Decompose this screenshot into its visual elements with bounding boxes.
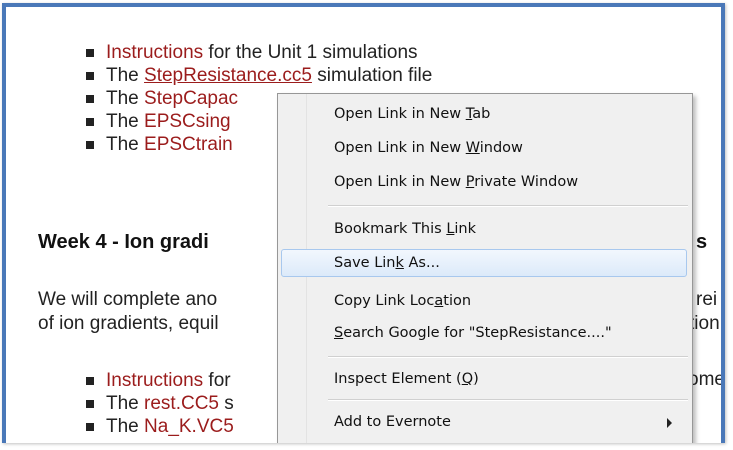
instructions-link[interactable]: Instructions (106, 42, 203, 63)
submenu-arrow-icon (667, 418, 672, 428)
list-item-text: for (203, 370, 231, 391)
menu-item-open-new-window[interactable]: Open Link in New Window (281, 134, 687, 162)
list-item: The Na_K.VC5 (86, 415, 234, 438)
bullet-icon (86, 400, 94, 408)
menu-item-copy-link-location[interactable]: Copy Link Location (281, 287, 687, 315)
list-item-prefix: The (106, 416, 145, 437)
bullet-icon (86, 49, 94, 57)
list-item-prefix: The (106, 134, 145, 155)
epscsingle-link[interactable]: EPSCsing (144, 111, 231, 132)
menu-separator (328, 399, 688, 401)
list-item-text: for the Unit 1 simulations (203, 42, 418, 63)
paragraph-line-2: of ion gradients, equil (38, 313, 219, 334)
list-item-tail: ome (688, 369, 725, 390)
list-item-prefix: The (106, 88, 145, 109)
list-item: The rest.CC5 s (86, 392, 234, 415)
week4-heading: Week 4 - Ion gradi (38, 231, 209, 253)
week4-heading-tail: s (696, 231, 708, 253)
menu-item-add-to-evernote[interactable]: Add to Evernote (281, 408, 687, 436)
bullet-icon (86, 118, 94, 126)
list-item: Instructions for the Unit 1 simulations (86, 41, 432, 64)
rest-cc5-link[interactable]: rest.CC5 (144, 393, 219, 414)
paragraph-line-1-tail: rei (696, 289, 718, 310)
menu-separator (328, 205, 688, 207)
menu-item-search-google[interactable]: Search Google for "StepResistance...." (281, 319, 687, 347)
list-item-text: s (219, 393, 234, 414)
paragraph-line-1: We will complete ano (38, 289, 218, 310)
menu-item-open-private-window[interactable]: Open Link in New Private Window (281, 168, 687, 196)
menu-item-inspect-element[interactable]: Inspect Element (Q) (281, 365, 687, 393)
list-item: Instructions for (86, 369, 234, 392)
browser-frame: Instructions for the Unit 1 simulations … (2, 3, 725, 443)
menu-separator (328, 356, 688, 358)
paragraph-line-2-tail: tion (689, 313, 720, 334)
list-item-prefix: The (106, 393, 145, 414)
context-menu: Open Link in New Tab Open Link in New Wi… (277, 93, 693, 443)
epsctrain-link[interactable]: EPSCtrain (144, 134, 233, 155)
instructions-link[interactable]: Instructions (106, 370, 203, 391)
list-item-text: simulation file (311, 65, 433, 86)
bullet-icon (86, 377, 94, 385)
resource-list-week4: Instructions for The rest.CC5 s The Na_K… (86, 369, 234, 438)
bullet-icon (86, 423, 94, 431)
bullet-icon (86, 141, 94, 149)
stepresistance-link[interactable]: StepResistance.cc5 (144, 65, 312, 86)
stepcapacitance-link[interactable]: StepCapac (144, 88, 238, 109)
list-item-prefix: The (106, 65, 145, 86)
list-item: The StepResistance.cc5 simulation file (86, 64, 432, 87)
bullet-icon (86, 72, 94, 80)
list-item-prefix: The (106, 111, 145, 132)
menu-item-open-new-tab[interactable]: Open Link in New Tab (281, 100, 687, 128)
bullet-icon (86, 95, 94, 103)
menu-item-save-link-as[interactable]: Save Link As... (281, 249, 687, 277)
menu-item-bookmark-link[interactable]: Bookmark This Link (281, 215, 687, 243)
na-k-vc5-link[interactable]: Na_K.VC5 (144, 416, 234, 437)
